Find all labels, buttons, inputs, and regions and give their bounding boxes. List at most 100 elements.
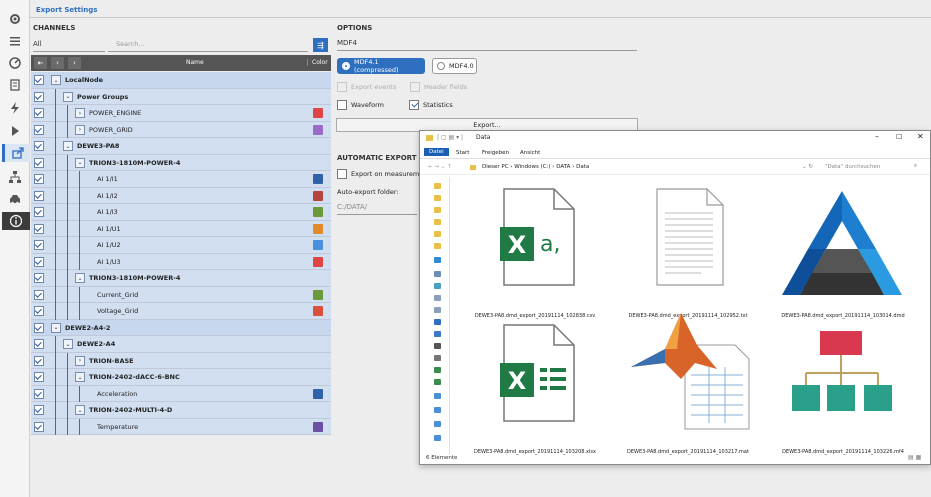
- refresh-icon[interactable]: ⌄ ↻: [802, 164, 813, 170]
- file-item-xlsx[interactable]: X DEWE3-PA8.dmd_export_20191114_103208.x…: [460, 315, 610, 455]
- color-swatch[interactable]: [313, 124, 323, 135]
- row-checkbox[interactable]: [34, 157, 44, 168]
- chevron-right-icon[interactable]: ›: [75, 355, 85, 366]
- chevron-down-icon[interactable]: ⌄: [51, 322, 61, 333]
- network-drive-icon[interactable]: [434, 367, 441, 373]
- row-checkbox[interactable]: [34, 405, 44, 415]
- table-row[interactable]: Acceleration: [31, 385, 331, 402]
- table-row[interactable]: Voltage_Grid: [31, 303, 331, 320]
- auto-export-folder-input[interactable]: C:/DATA/: [337, 203, 417, 215]
- file-item-dmd[interactable]: DEWE3-PA8.dmd_export_20191114_103014.dmd: [768, 179, 918, 319]
- prev-button[interactable]: ‹: [51, 57, 64, 69]
- export-icon[interactable]: [2, 144, 30, 162]
- network-drive-icon[interactable]: [434, 379, 441, 385]
- color-swatch[interactable]: [313, 190, 323, 201]
- network-icon[interactable]: [6, 168, 24, 186]
- address-path[interactable]: Dieser PC › Windows (C:) › DATA › Data: [482, 164, 589, 170]
- network-icon[interactable]: [434, 393, 441, 399]
- tab-start[interactable]: Start: [456, 150, 469, 156]
- color-swatch[interactable]: [313, 174, 323, 184]
- network-icon[interactable]: [434, 421, 441, 427]
- row-checkbox[interactable]: [34, 75, 44, 85]
- row-checkbox[interactable]: [34, 174, 44, 184]
- chevron-down-icon[interactable]: ⌄: [75, 372, 85, 382]
- file-item-mf4[interactable]: DEWE3-PA8.dmd_export_20191114_103226.mf4: [768, 315, 918, 455]
- table-row[interactable]: ⌄ DEWE2-A4: [31, 336, 331, 353]
- row-checkbox[interactable]: [34, 339, 44, 349]
- color-swatch[interactable]: [313, 289, 323, 300]
- table-row[interactable]: › POWER_GRID: [31, 121, 331, 138]
- table-row[interactable]: ⌄ DEWE2-A4-2: [31, 319, 331, 336]
- nav-arrows[interactable]: ← → ⌄ ↑: [428, 164, 452, 170]
- channel-filter-select[interactable]: All: [33, 40, 105, 52]
- pc-icon[interactable]: [434, 271, 441, 277]
- statistics-checkbox[interactable]: Statistics: [409, 100, 453, 110]
- table-row[interactable]: › TRION-BASE: [31, 352, 331, 369]
- row-checkbox[interactable]: [34, 91, 44, 102]
- color-swatch[interactable]: [313, 256, 323, 267]
- car-icon[interactable]: [6, 190, 24, 208]
- table-row[interactable]: ⌄ TRION3-1810M-POWER-4: [31, 154, 331, 171]
- row-checkbox[interactable]: [34, 306, 44, 316]
- play-icon[interactable]: [6, 122, 24, 140]
- table-row[interactable]: AI 1/U2: [31, 237, 331, 254]
- chevron-down-icon[interactable]: ⌄: [75, 157, 85, 168]
- table-row[interactable]: AI 1/I3: [31, 204, 331, 221]
- folder-icon[interactable]: [434, 231, 441, 237]
- channel-search-input[interactable]: Search...: [108, 40, 308, 52]
- list-icon[interactable]: [6, 32, 24, 50]
- row-checkbox[interactable]: [34, 108, 44, 118]
- explorer-search-input[interactable]: "Data" durchsuchen: [825, 164, 880, 170]
- downloads-icon[interactable]: [434, 319, 441, 325]
- table-row[interactable]: ⌄ TRION3-1810M-POWER-4: [31, 270, 331, 287]
- table-row[interactable]: AI 1/U3: [31, 253, 331, 270]
- row-checkbox[interactable]: [34, 207, 44, 217]
- desktop-icon[interactable]: [434, 295, 441, 301]
- header-fields-checkbox[interactable]: Header fields: [410, 82, 467, 92]
- waveform-checkbox[interactable]: Waveform: [337, 100, 384, 110]
- file-item-mat[interactable]: DEWE3-PA8.dmd_export_20191114_103217.mat: [613, 313, 763, 455]
- row-checkbox[interactable]: [34, 421, 44, 432]
- chevron-down-icon[interactable]: ⌄: [63, 91, 73, 102]
- row-checkbox[interactable]: [34, 355, 44, 366]
- gauge-icon[interactable]: [6, 54, 24, 72]
- folder-icon[interactable]: [434, 207, 441, 213]
- chevron-right-icon[interactable]: ›: [75, 124, 85, 135]
- chevron-down-icon[interactable]: ⌄: [75, 405, 85, 415]
- chevron-down-icon[interactable]: ⌄: [63, 339, 73, 349]
- table-row[interactable]: ⌄ TRION-2402-dACC-6-BNC: [31, 369, 331, 386]
- chevron-down-icon[interactable]: ⌄: [63, 141, 73, 151]
- color-swatch[interactable]: [313, 108, 323, 118]
- radio-mdf40[interactable]: MDF4.0: [432, 58, 477, 74]
- collapse-all-button[interactable]: ⇤: [34, 57, 47, 69]
- table-row[interactable]: ⌄ LocalNode: [31, 72, 331, 89]
- tab-freigeben[interactable]: Freigeben: [482, 150, 509, 156]
- music-icon[interactable]: [434, 331, 441, 337]
- documents-icon[interactable]: [434, 307, 441, 313]
- table-row[interactable]: AI 1/I2: [31, 187, 331, 204]
- color-swatch[interactable]: [313, 421, 323, 432]
- videos-icon[interactable]: [434, 343, 441, 349]
- row-checkbox[interactable]: [34, 124, 44, 135]
- row-checkbox[interactable]: [34, 223, 44, 234]
- minimize-icon[interactable]: –: [875, 132, 879, 141]
- export-events-checkbox[interactable]: Export events: [337, 82, 396, 92]
- format-select[interactable]: MDF4: [337, 39, 637, 51]
- row-checkbox[interactable]: [34, 289, 44, 300]
- network-icon[interactable]: [434, 435, 441, 441]
- table-row[interactable]: AI 1/U1: [31, 220, 331, 237]
- table-row[interactable]: AI 1/I1: [31, 171, 331, 188]
- row-checkbox[interactable]: [34, 388, 44, 399]
- color-swatch[interactable]: [313, 306, 323, 316]
- close-icon[interactable]: ✕: [917, 132, 924, 141]
- tab-ansicht[interactable]: Ansicht: [520, 150, 540, 156]
- gear-icon[interactable]: [6, 10, 24, 28]
- info-icon[interactable]: [2, 212, 30, 230]
- tab-datei[interactable]: Datei: [424, 148, 449, 156]
- channel-filter-button[interactable]: ⇶: [313, 38, 328, 52]
- row-checkbox[interactable]: [34, 240, 44, 250]
- 3d-icon[interactable]: [434, 283, 441, 289]
- chevron-right-icon[interactable]: ›: [75, 108, 85, 118]
- chevron-down-icon[interactable]: ⌄: [75, 273, 85, 283]
- row-checkbox[interactable]: [34, 322, 44, 333]
